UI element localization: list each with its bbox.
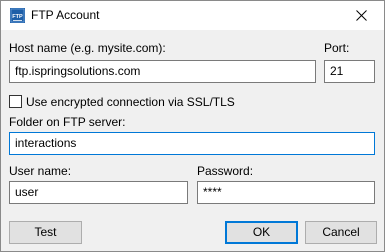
user-name-input[interactable]: user <box>9 181 188 204</box>
title-bar[interactable]: FTP FTP Account <box>1 1 384 30</box>
cancel-button[interactable]: Cancel <box>305 221 377 244</box>
folder-label: Folder on FTP server: <box>9 115 126 129</box>
host-name-label: Host name (e.g. mysite.com): <box>9 41 166 55</box>
user-name-label: User name: <box>9 164 72 178</box>
password-input[interactable]: **** <box>197 181 375 204</box>
ssl-checkbox[interactable] <box>9 95 22 108</box>
close-button[interactable] <box>338 1 384 30</box>
ftp-account-dialog: FTP FTP Account Host name (e.g. mysite.c… <box>0 0 385 252</box>
port-input[interactable]: 21 <box>324 60 375 83</box>
password-label: Password: <box>197 164 254 178</box>
close-icon <box>355 10 367 21</box>
window-title: FTP Account <box>31 8 100 22</box>
test-button[interactable]: Test <box>9 221 82 244</box>
folder-input[interactable]: interactions <box>9 132 375 155</box>
ftp-icon-text: FTP <box>12 14 23 20</box>
host-name-input[interactable]: ftp.ispringsolutions.com <box>9 60 316 83</box>
port-label: Port: <box>324 41 350 55</box>
ok-button[interactable]: OK <box>225 221 298 244</box>
ssl-checkbox-label[interactable]: Use encrypted connection via SSL/TLS <box>26 95 235 109</box>
ftp-app-icon: FTP <box>10 8 25 23</box>
